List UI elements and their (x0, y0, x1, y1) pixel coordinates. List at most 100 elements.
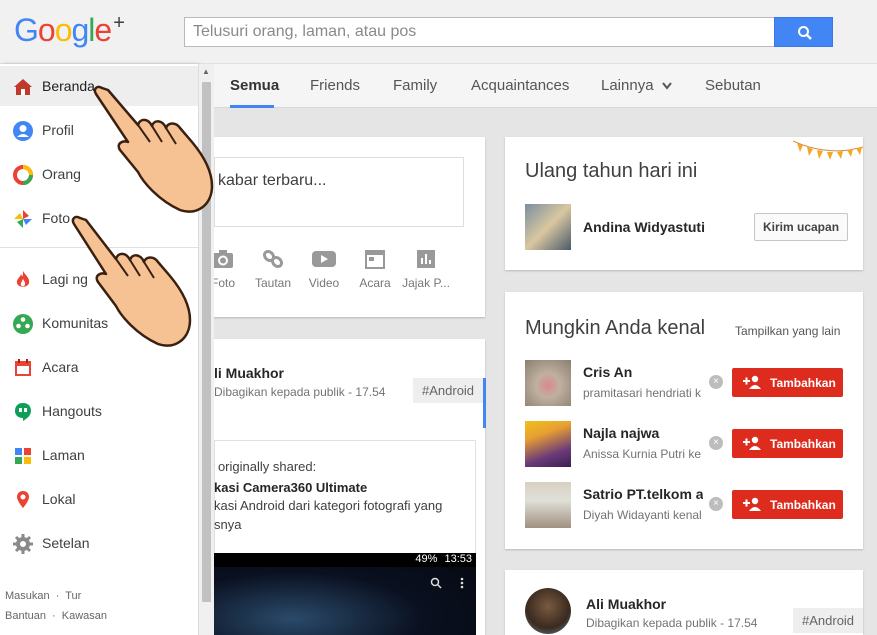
footer-links-row-2: Bantuan · Kawasan (5, 610, 107, 622)
logo-letter: G (14, 12, 39, 48)
share-action-label: Jajak P... (402, 276, 450, 290)
tab-family[interactable]: Family (393, 77, 437, 94)
dismiss-icon[interactable]: × (709, 497, 723, 511)
share-video-button[interactable]: Video (306, 248, 342, 290)
google-plus-logo[interactable]: Google + (14, 12, 125, 49)
hashtag-badge[interactable]: #Android (793, 608, 864, 633)
reshare-title[interactable]: kasi Camera360 Ultimate (214, 480, 367, 495)
dismiss-icon[interactable]: × (709, 436, 723, 450)
footer-links-row-1: Masukan · Tur (5, 590, 81, 602)
hashtag-badge[interactable]: #Android (413, 378, 484, 403)
suggestions-title: Mungkin Anda kenal (525, 317, 706, 339)
nav-label: Acara (42, 359, 79, 375)
post-meta: Dibagikan kepada publik - 17.54 (214, 385, 386, 399)
reshare-description-cont: snya (214, 517, 242, 532)
add-person-label: Tambahkan (770, 437, 836, 451)
post-author[interactable]: li Muakhor (214, 365, 284, 381)
communities-icon (13, 314, 33, 334)
suggestion-mutual: Diyah Widayanti kenal (583, 508, 702, 522)
post-meta: Dibagikan kepada publik - 17.54 (586, 616, 758, 630)
tab-semua[interactable]: Semua (230, 77, 279, 94)
add-person-icon (743, 375, 761, 389)
footer-link-kawasan[interactable]: Kawasan (62, 610, 107, 622)
search-button[interactable] (774, 17, 833, 47)
footer-separator: · (55, 590, 60, 602)
show-more-link[interactable]: Tampilkan yang lain (735, 324, 840, 338)
dismiss-icon[interactable]: × (709, 375, 723, 389)
share-action-label: Acara (359, 276, 391, 290)
logo-letter: g (71, 12, 89, 48)
nav-label: Laman (42, 447, 85, 463)
footer-link-masukan[interactable]: Masukan (5, 590, 50, 602)
chevron-down-icon (661, 82, 672, 90)
share-prompt: kabar terbaru... (218, 172, 327, 189)
avatar[interactable] (525, 482, 571, 528)
avatar[interactable] (525, 360, 571, 406)
tab-acquaintances[interactable]: Acquaintances (471, 77, 569, 94)
avatar[interactable] (525, 588, 571, 634)
tab-friends[interactable]: Friends (310, 77, 360, 94)
avatar[interactable] (525, 204, 571, 250)
pages-icon (15, 448, 31, 464)
share-link-button[interactable]: Tautan (252, 248, 294, 290)
logo-letter: o (37, 12, 56, 48)
birthday-person-name[interactable]: Andina Widyastuti (583, 219, 705, 235)
nav-label: Setelan (42, 535, 90, 551)
logo-letter: e (94, 12, 112, 48)
logo-letter: o (54, 12, 73, 48)
video-icon (312, 251, 336, 267)
share-event-button[interactable]: Acara (358, 248, 392, 290)
add-person-button[interactable]: Tambahkan (732, 368, 843, 397)
post-image[interactable]: 49% 13:53 (214, 553, 476, 635)
footer-link-bantuan[interactable]: Bantuan (5, 610, 46, 622)
share-poll-button[interactable]: Jajak P... (400, 248, 452, 290)
bunting-decoration-icon (793, 140, 863, 160)
nav-item-lokal[interactable]: Lokal (0, 479, 198, 519)
search-input[interactable]: Telusuri orang, laman, atau pos (184, 17, 775, 47)
tab-lainnya-label: Lainnya (601, 77, 654, 94)
nav-label: Orang (42, 166, 81, 182)
logo-plus: + (113, 12, 125, 34)
share-action-label: Tautan (254, 276, 292, 290)
tab-sebutan[interactable]: Sebutan (705, 77, 761, 94)
add-person-icon (743, 497, 761, 511)
suggestion-name[interactable]: Satrio PT.telkom al (583, 486, 703, 502)
phone-time: 13:53 (444, 553, 472, 565)
suggestion-mutual: Anissa Kurnia Putri ke (583, 447, 702, 461)
reshare-description: kasi Android dari kategori fotografi yan… (214, 498, 443, 513)
poll-icon (417, 250, 435, 268)
pointing-hand-icon (71, 215, 192, 347)
phone-status-bar: 49% 13:53 (214, 553, 476, 567)
hangouts-icon (15, 403, 31, 421)
profile-icon (13, 121, 33, 141)
add-person-icon (743, 436, 761, 450)
avatar[interactable] (525, 421, 571, 467)
hashtag-accent-bar (483, 378, 486, 428)
flame-icon (16, 271, 30, 287)
tab-lainnya[interactable]: Lainnya (601, 77, 672, 94)
post-author[interactable]: Ali Muakhor (586, 596, 666, 612)
nav-item-acara[interactable]: Acara (0, 347, 198, 387)
suggestion-name[interactable]: Najla najwa (583, 425, 659, 441)
nav-item-setelan[interactable]: Setelan (0, 523, 198, 563)
search-icon (798, 26, 812, 40)
camera-icon (213, 250, 233, 268)
nav-label: Lokal (42, 491, 76, 507)
search-icon (430, 577, 442, 589)
footer-separator: · (52, 610, 56, 622)
share-input[interactable] (214, 157, 464, 227)
calendar-icon (365, 250, 385, 269)
add-person-button[interactable]: Tambahkan (732, 490, 843, 519)
add-person-label: Tambahkan (770, 376, 836, 390)
local-icon (17, 491, 29, 508)
suggestion-name[interactable]: Cris An (583, 364, 632, 380)
share-action-label: Video (308, 276, 340, 290)
nav-item-laman[interactable]: Laman (0, 435, 198, 475)
add-person-button[interactable]: Tambahkan (732, 429, 843, 458)
more-vert-icon (460, 577, 464, 589)
birthday-title: Ulang tahun hari ini (525, 160, 698, 182)
footer-link-tur[interactable]: Tur (65, 590, 81, 602)
send-greeting-button[interactable]: Kirim ucapan (754, 213, 849, 241)
scroll-up-icon[interactable]: ▲ (202, 67, 210, 76)
nav-item-hangouts[interactable]: Hangouts (0, 391, 198, 431)
